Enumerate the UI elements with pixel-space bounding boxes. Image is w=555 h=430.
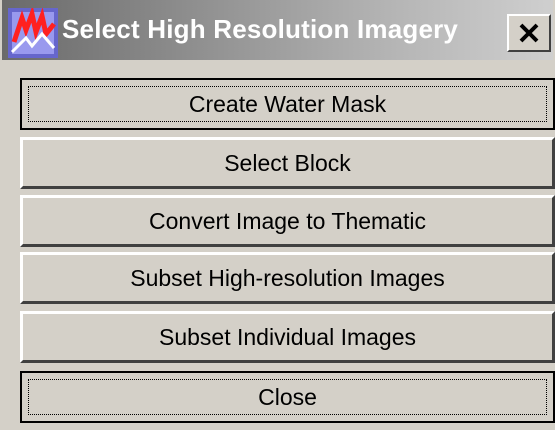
convert-image-to-thematic-label: Convert Image to Thematic (149, 207, 426, 234)
window-title: Select High Resolution Imagery (62, 14, 459, 44)
close-icon (519, 23, 539, 43)
dialog-body: Create Water Mask Select Block Convert I… (2, 60, 555, 430)
subset-high-resolution-images-button[interactable]: Subset High-resolution Images (20, 252, 555, 304)
subset-individual-images-button[interactable]: Subset Individual Images (20, 311, 555, 363)
subset-individual-images-label: Subset Individual Images (159, 323, 416, 350)
title-bar[interactable]: Select High Resolution Imagery (2, 0, 553, 60)
create-water-mask-label: Create Water Mask (188, 90, 387, 117)
close-button[interactable]: Close (20, 371, 555, 423)
subset-high-resolution-images-label: Subset High-resolution Images (130, 264, 445, 291)
dialog-window: Select High Resolution Imagery Create Wa… (0, 0, 555, 430)
imagine-app-icon (8, 8, 58, 58)
close-label: Close (258, 383, 317, 410)
title-close-button[interactable] (507, 14, 551, 52)
select-block-label: Select Block (224, 149, 351, 176)
create-water-mask-button[interactable]: Create Water Mask (20, 78, 555, 130)
select-block-button[interactable]: Select Block (20, 137, 555, 189)
convert-image-to-thematic-button[interactable]: Convert Image to Thematic (20, 195, 555, 247)
